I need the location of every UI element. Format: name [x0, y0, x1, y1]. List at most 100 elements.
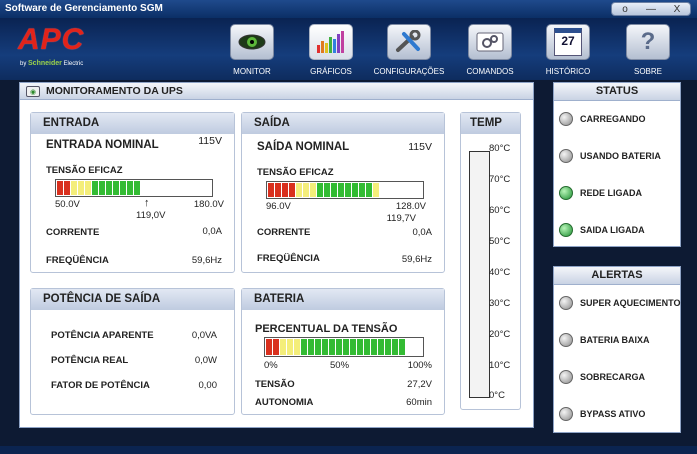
window-controls: o — X [611, 2, 691, 16]
nav-label: GRÁFICOS [310, 67, 352, 76]
entrada-nominal-value: 115V [198, 135, 222, 147]
calendar-icon: 27 [546, 24, 590, 60]
nav-historico[interactable]: 27 HISTÓRICO [528, 24, 608, 80]
status-panel: STATUS CARREGANDO USANDO BATERIA REDE LI… [553, 82, 681, 247]
logo-by: by [20, 61, 27, 67]
temp-tick: 50°C [489, 236, 511, 247]
app-header: APC by Schneider Electric MONITOR GRÁFIC… [0, 18, 697, 80]
entrada-freq-label: FREQÜÊNCIA [46, 255, 109, 266]
entrada-voltage-bar [55, 179, 213, 197]
status-item-usando-bateria: USANDO BATERIA [559, 148, 661, 164]
alert-item-sobrecarga: SOBRECARGA [559, 369, 645, 385]
potencia-aparente-value: 0,0VA [191, 330, 217, 341]
temp-tick: 80°C [489, 143, 511, 154]
entrada-corrente-value: 0,0A [202, 226, 222, 237]
status-item-rede-ligada: REDE LIGADA [559, 185, 642, 201]
bateria-tensao-label: TENSÃO [255, 379, 295, 390]
temp-tick: 60°C [489, 205, 511, 216]
saida-freq-value: 59,6Hz [401, 254, 432, 265]
close-button[interactable]: X [668, 4, 686, 15]
nav-label: HISTÓRICO [545, 67, 591, 76]
led-off-icon [559, 407, 573, 421]
saida-box: SAÍDA SAÍDA NOMINAL 115V TENSÃO EFICAZ 9… [241, 112, 445, 273]
voltage-marker-icon: ↑ [144, 197, 150, 209]
temp-tick: 70°C [489, 174, 511, 185]
temp-tick: 30°C [489, 298, 511, 309]
led-off-icon [559, 112, 573, 126]
entrada-bar-min: 50.0V [55, 199, 80, 210]
bar-chart-icon [309, 24, 353, 60]
saida-bar-max: 128.0V [395, 201, 426, 212]
saida-bar-min: 96.0V [266, 201, 291, 212]
alertas-panel: ALERTAS SUPER AQUECIMENTO BATERIA BAIXA … [553, 266, 681, 433]
bateria-autonomia-value: 60min [406, 397, 432, 408]
temp-tick: 20°C [489, 329, 511, 340]
status-label: REDE LIGADA [580, 188, 643, 198]
alert-item-super-aquecimento: SUPER AQUECIMENTO [559, 295, 681, 311]
led-off-icon [559, 370, 573, 384]
alert-item-bateria-baixa: BATERIA BAIXA [559, 332, 650, 348]
nav-sobre[interactable]: ? SOBRE [608, 24, 688, 80]
potencia-real-value: 0,0W [194, 355, 217, 366]
thermometer-tube [469, 151, 490, 398]
nav-monitor[interactable]: MONITOR [212, 24, 292, 80]
saida-corrente-label: CORRENTE [257, 227, 311, 238]
bateria-bar-max: 100% [407, 360, 432, 371]
saida-nominal-value: 115V [408, 141, 432, 153]
led-off-icon [559, 333, 573, 347]
entrada-tensao-label: TENSÃO EFICAZ [46, 165, 123, 176]
logo-maker2: Electric [63, 61, 84, 67]
alert-label: BATERIA BAIXA [580, 335, 650, 345]
led-on-icon [559, 223, 573, 237]
status-item-carregando: CARREGANDO [559, 111, 646, 127]
gears-icon [468, 24, 512, 60]
entrada-box: ENTRADA ENTRADA NOMINAL 115V TENSÃO EFIC… [30, 112, 235, 273]
saida-nominal-label: SAÍDA NOMINAL [257, 141, 350, 153]
bateria-title: BATERIA [242, 289, 444, 310]
bateria-percent-bar [264, 337, 424, 357]
potencia-fator-label: FATOR DE POTÊNCIA [51, 380, 150, 391]
logo-maker: Schneider [28, 60, 62, 67]
apc-logo: APC [18, 23, 85, 56]
nav-comandos[interactable]: COMANDOS [450, 24, 530, 80]
alert-label: BYPASS ATIVO [580, 409, 646, 419]
led-off-icon [559, 296, 573, 310]
calendar-day: 27 [554, 28, 582, 56]
minimize-button[interactable]: o [616, 4, 634, 15]
panel-title: MONITORAMENTO DA UPS [20, 83, 533, 100]
alert-item-bypass-ativo: BYPASS ATIVO [559, 406, 645, 422]
led-on-icon [559, 186, 573, 200]
restore-button[interactable]: — [642, 4, 660, 15]
entrada-bar-max: 180.0V [193, 199, 224, 210]
question-icon: ? [626, 24, 670, 60]
bateria-percent-label: PERCENTUAL DA TENSÃO [255, 323, 398, 335]
temp-title: TEMP [461, 113, 520, 134]
status-label: SAIDA LIGADA [580, 225, 645, 235]
temp-tick: 40°C [489, 267, 511, 278]
nav-label: COMANDOS [466, 67, 514, 76]
nav-graficos[interactable]: GRÁFICOS [291, 24, 371, 80]
bateria-bar-min: 0% [264, 360, 278, 371]
schneider-logo: by Schneider Electric [20, 60, 83, 67]
wrench-icon [387, 24, 431, 60]
saida-freq-label: FREQÜÊNCIA [257, 253, 320, 264]
monitor-icon: ◉ [26, 86, 40, 97]
potencia-title: POTÊNCIA DE SAÍDA [31, 289, 234, 310]
bateria-box: BATERIA PERCENTUAL DA TENSÃO 0% 50% 100%… [241, 288, 445, 415]
bateria-autonomia-label: AUTONOMIA [255, 397, 314, 408]
entrada-corrente-label: CORRENTE [46, 227, 100, 238]
question-glyph: ? [640, 28, 656, 55]
nav-configuracoes[interactable]: CONFIGURAÇÕES [369, 24, 449, 80]
entrada-bar-current: 119,0V [136, 210, 166, 221]
alertas-title: ALERTAS [554, 267, 680, 285]
entrada-nominal-label: ENTRADA NOMINAL [46, 139, 159, 151]
window-title: Software de Gerenciamento SGM [0, 0, 697, 18]
potencia-aparente-label: POTÊNCIA APARENTE [51, 330, 154, 341]
led-off-icon [559, 149, 573, 163]
saida-corrente-value: 0,0A [412, 227, 432, 238]
temp-tick: 10°C [489, 360, 511, 371]
monitor-panel: MONITORAMENTO DA UPS ◉ ENTRADA ENTRADA N… [19, 82, 534, 428]
entrada-title: ENTRADA [31, 113, 234, 134]
window-bottom-edge [0, 446, 697, 454]
bateria-tensao-value: 27,2V [407, 379, 432, 390]
